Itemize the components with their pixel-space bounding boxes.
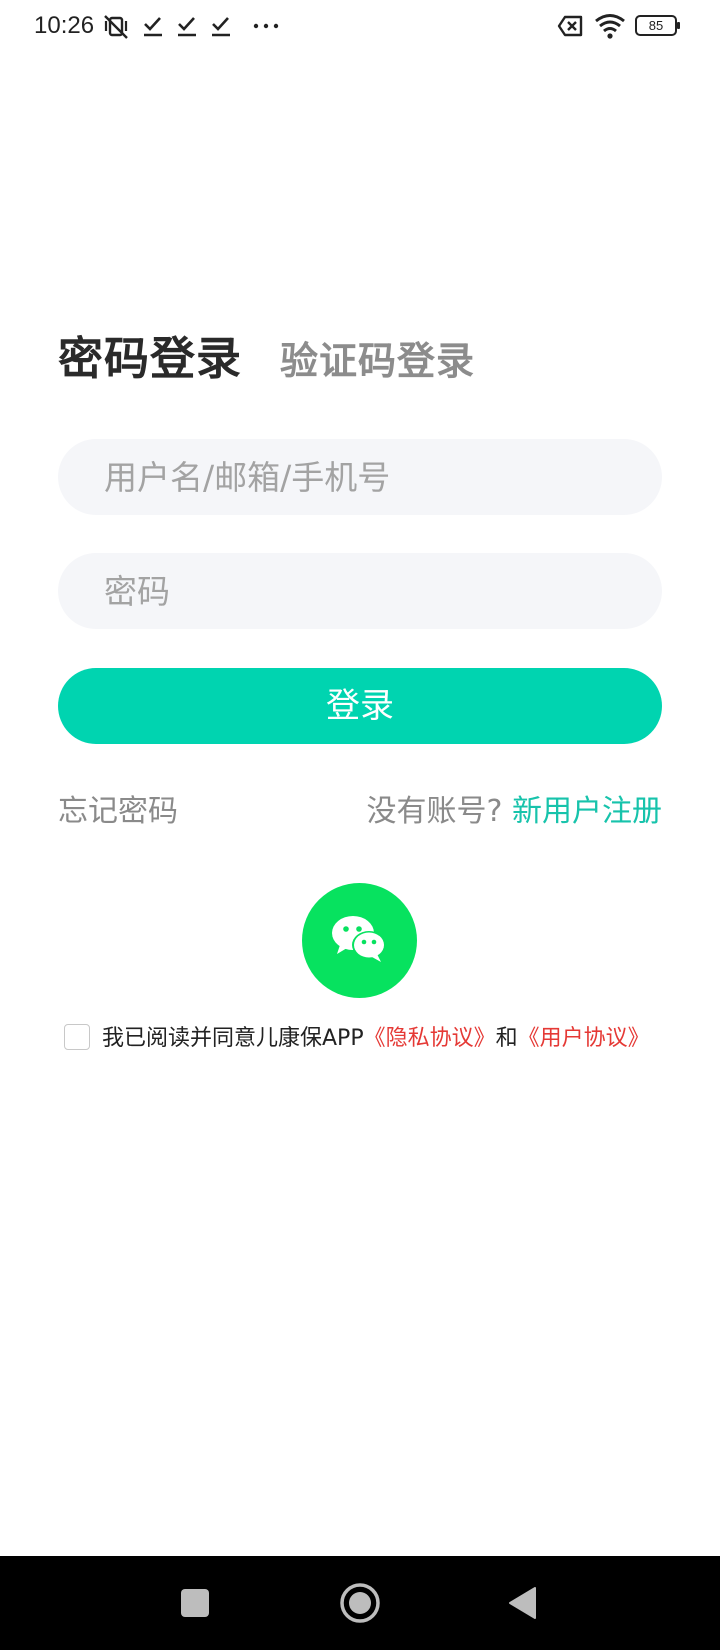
- agreement-row: 我已阅读并同意儿康保APP《隐私协议》和《用户协议》: [64, 1022, 704, 1056]
- register-link[interactable]: 新用户注册: [512, 794, 662, 829]
- back-icon: [509, 1587, 536, 1619]
- muted-vibrate-icon: [102, 12, 130, 40]
- recent-apps-button[interactable]: [155, 1556, 235, 1650]
- check-icon: [210, 12, 232, 40]
- privacy-agreement-link[interactable]: 《隐私协议》: [364, 1026, 496, 1051]
- status-bar: 10:26 85: [0, 0, 720, 54]
- recent-apps-icon: [181, 1589, 209, 1617]
- home-icon: [340, 1583, 380, 1623]
- user-agreement-link[interactable]: 《用户协议》: [518, 1026, 650, 1051]
- wechat-icon: [332, 916, 386, 962]
- tab-password-login[interactable]: 密码登录: [58, 322, 242, 387]
- no-sim-icon: [557, 12, 585, 40]
- navigation-bar: [0, 1556, 720, 1650]
- check-icon: [176, 12, 198, 40]
- username-input[interactable]: [58, 439, 662, 515]
- password-input[interactable]: [58, 553, 662, 629]
- check-icon: [142, 12, 164, 40]
- login-button[interactable]: 登录: [58, 668, 662, 744]
- login-screen: 10:26 85 密码登录 验证码登录 用户名/邮箱/手机号 登录 忘记密码 没…: [0, 0, 720, 1650]
- agreement-text: 我已阅读并同意儿康保APP《隐私协议》和《用户协议》: [102, 1022, 650, 1056]
- back-button[interactable]: [483, 1556, 563, 1650]
- battery-level: 85: [648, 18, 664, 33]
- tab-sms-login[interactable]: 验证码登录: [280, 330, 475, 385]
- register-row: 没有账号? 新用户注册: [367, 786, 662, 830]
- agreement-prefix: 我已阅读并同意儿康保APP: [102, 1026, 364, 1051]
- wifi-icon: [594, 12, 626, 40]
- home-button[interactable]: [320, 1556, 400, 1650]
- more-dots-icon: [252, 12, 280, 40]
- agreement-checkbox[interactable]: [64, 1024, 90, 1050]
- forgot-password-link[interactable]: 忘记密码: [58, 786, 178, 830]
- no-account-text: 没有账号?: [366, 794, 503, 829]
- battery-icon: 85: [634, 12, 682, 40]
- status-time: 10:26: [34, 12, 95, 39]
- wechat-login-button[interactable]: [302, 883, 417, 998]
- agreement-and: 和: [495, 1026, 518, 1051]
